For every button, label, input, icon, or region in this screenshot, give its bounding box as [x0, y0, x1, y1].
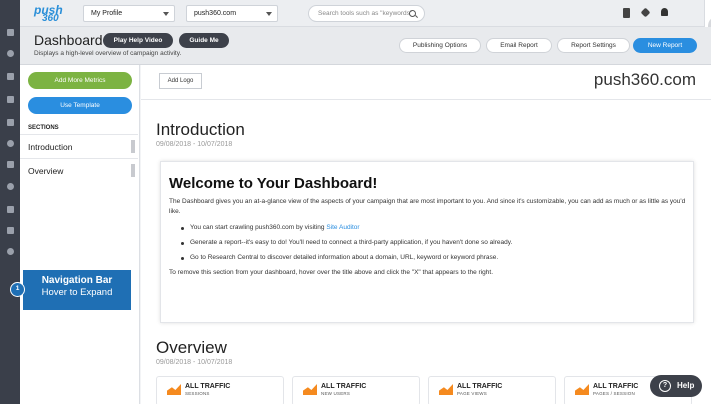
use-template-button[interactable]: Use Template	[28, 97, 132, 114]
chart-icon	[439, 384, 453, 395]
profile-select[interactable]: My Profile	[83, 5, 175, 22]
report-settings-button[interactable]: Report Settings	[557, 38, 630, 53]
add-logo-button[interactable]: Add Logo	[159, 73, 202, 89]
help-button[interactable]: ? Help	[650, 375, 702, 397]
metric-tile-sessions[interactable]: ALL TRAFFIC SESSIONS	[156, 376, 284, 404]
dashboard-content: Add Logo push360.com Introduction 09/08/…	[141, 65, 711, 404]
link-icon[interactable]	[4, 93, 16, 105]
welcome-title: Welcome to Your Dashboard!	[169, 175, 378, 192]
top-bar: push 360 My Profile push360.com Search t…	[20, 0, 711, 27]
search-input[interactable]: Search tools such as "keywords"	[308, 5, 425, 22]
report-logo-bar: Add Logo push360.com	[141, 65, 711, 100]
info-icon[interactable]	[4, 137, 16, 149]
drag-handle-icon[interactable]	[131, 140, 135, 153]
tools-icon[interactable]	[640, 7, 651, 18]
gear-icon[interactable]	[4, 245, 16, 257]
email-report-button[interactable]: Email Report	[486, 38, 552, 53]
remove-section-hint: To remove this section from your dashboa…	[169, 269, 494, 276]
metric-tile-page-views[interactable]: ALL TRAFFIC PAGE VIEWS	[428, 376, 556, 404]
question-icon: ?	[659, 380, 671, 392]
welcome-card: Welcome to Your Dashboard! The Dashboard…	[160, 161, 694, 323]
domain-select[interactable]: push360.com	[186, 5, 278, 22]
metric-tile-new-users[interactable]: ALL TRAFFIC NEW USERS	[292, 376, 420, 404]
navigation-bar-callout: Navigation Bar Hover to Expand	[23, 270, 131, 310]
guide-me-button[interactable]: Guide Me	[179, 33, 229, 48]
page-subtitle: Displays a high-level overview of campai…	[34, 50, 182, 57]
sections-heading: SECTIONS	[28, 125, 59, 131]
chevron-down-icon	[163, 12, 169, 16]
page-title: Dashboard	[34, 32, 103, 48]
list-item: You can start crawling push360.com by vi…	[181, 224, 512, 239]
avatar[interactable]	[704, 0, 711, 27]
publishing-options-button[interactable]: Publishing Options	[399, 38, 481, 53]
page-header: Dashboard Displays a high-level overview…	[20, 27, 711, 65]
chart-icon	[167, 384, 181, 395]
list-item: Go to Research Central to discover detai…	[181, 254, 512, 269]
section-item-introduction[interactable]: Introduction	[20, 134, 138, 158]
navigation-rail[interactable]	[0, 0, 20, 404]
phone-icon[interactable]	[623, 8, 630, 18]
introduction-date-range: 09/08/2018 - 10/07/2018	[156, 141, 233, 148]
step-badge: 1	[10, 282, 25, 297]
add-more-metrics-button[interactable]: Add More Metrics	[28, 72, 132, 89]
chart-icon	[303, 384, 317, 395]
tips-list: You can start crawling push360.com by vi…	[181, 224, 512, 269]
list-item: Generate a report--it's easy to do! You'…	[181, 239, 512, 254]
chat-icon[interactable]	[4, 158, 16, 170]
search-icon[interactable]	[4, 47, 16, 59]
drag-handle-icon[interactable]	[131, 164, 135, 177]
site-auditor-link[interactable]: Site Auditor	[326, 224, 359, 231]
overview-date-range: 09/08/2018 - 10/07/2018	[156, 359, 233, 366]
section-item-overview[interactable]: Overview	[20, 158, 138, 182]
megaphone-icon[interactable]	[4, 203, 16, 215]
report-brand-name: push360.com	[593, 70, 696, 89]
chevron-down-icon	[266, 12, 272, 16]
grid-icon[interactable]	[4, 224, 16, 236]
overview-metric-tiles: ALL TRAFFIC SESSIONS ALL TRAFFIC NEW USE…	[156, 376, 711, 404]
push360-logo[interactable]: push 360	[34, 3, 64, 25]
search-icon[interactable]	[409, 10, 416, 17]
introduction-heading[interactable]: Introduction	[156, 120, 245, 140]
welcome-intro-text: The Dashboard gives you an at-a-glance v…	[169, 198, 686, 215]
overview-heading[interactable]: Overview	[156, 338, 227, 358]
briefcase-icon[interactable]	[4, 116, 16, 128]
bell-icon[interactable]	[661, 8, 668, 16]
play-help-video-button[interactable]: Play Help Video	[103, 33, 173, 48]
target-icon[interactable]	[4, 180, 16, 192]
new-report-button[interactable]: New Report	[633, 38, 697, 53]
sections-sidebar: Add More Metrics Use Template SECTIONS I…	[20, 65, 140, 404]
list-icon[interactable]	[4, 70, 16, 82]
document-icon[interactable]	[4, 26, 16, 38]
chart-icon	[575, 384, 589, 395]
